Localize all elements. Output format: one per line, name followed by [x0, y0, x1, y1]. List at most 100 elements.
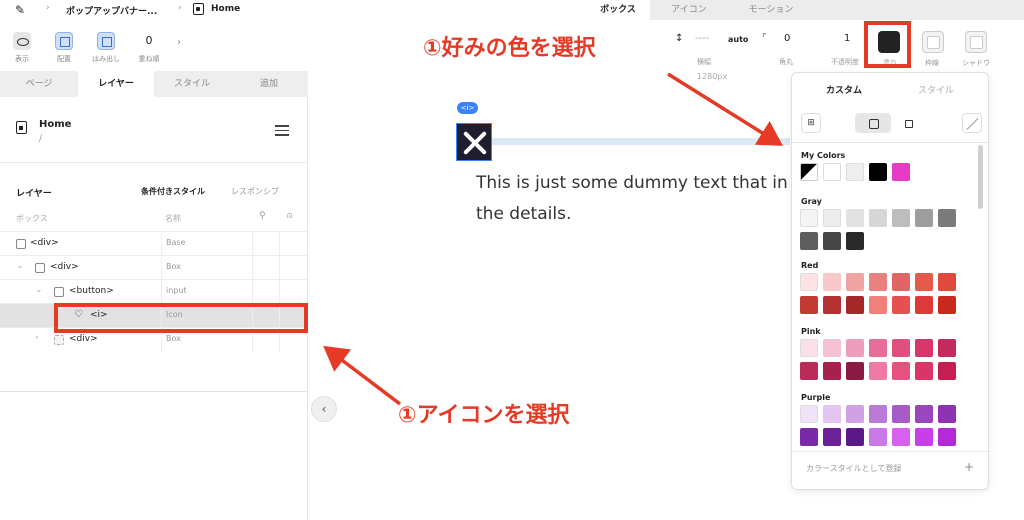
color-swatch[interactable] [823, 209, 841, 227]
pen-icon[interactable]: ✎ [15, 3, 25, 17]
no-fill-button[interactable] [962, 113, 982, 133]
color-swatch[interactable] [846, 273, 864, 291]
color-swatch[interactable] [869, 163, 887, 181]
color-swatch[interactable] [892, 273, 910, 291]
solid-fill-button[interactable] [855, 113, 891, 133]
checkbox[interactable] [54, 335, 64, 345]
color-swatch[interactable] [823, 428, 841, 446]
color-swatch[interactable] [938, 405, 956, 423]
color-swatch[interactable] [938, 209, 956, 227]
color-swatch[interactable] [892, 362, 910, 380]
color-swatch[interactable] [800, 362, 818, 380]
color-swatch[interactable] [800, 428, 818, 446]
breadcrumb-project[interactable]: ポップアップバナー... [66, 4, 157, 17]
color-swatch[interactable] [938, 296, 956, 314]
overflow-button[interactable]: はみ出し [90, 32, 122, 64]
responsive-tab[interactable]: レスポンシブ [231, 186, 279, 197]
color-swatch[interactable] [938, 273, 956, 291]
color-swatch[interactable] [915, 428, 933, 446]
color-swatch[interactable] [915, 405, 933, 423]
tab-page[interactable]: ページ [0, 71, 78, 97]
chevron-right-icon[interactable]: › [177, 37, 181, 48]
tab-custom[interactable]: カスタム [826, 83, 862, 96]
tab-layer[interactable]: レイヤー [78, 71, 154, 97]
color-swatch[interactable] [915, 296, 933, 314]
layer-row[interactable]: <div> Base [0, 231, 308, 256]
color-swatch[interactable] [800, 339, 818, 357]
color-swatch[interactable] [915, 273, 933, 291]
tab-box[interactable]: ボックス [586, 0, 650, 20]
shadow-button[interactable] [965, 31, 987, 53]
color-swatch[interactable] [846, 362, 864, 380]
layer-row[interactable]: ⌄ <button> input [0, 279, 308, 304]
color-swatch[interactable] [846, 296, 864, 314]
color-swatch[interactable] [915, 339, 933, 357]
color-swatch[interactable] [938, 339, 956, 357]
color-swatch[interactable] [823, 405, 841, 423]
checkbox[interactable] [54, 287, 64, 297]
color-swatch[interactable] [846, 209, 864, 227]
add-icon[interactable]: + [964, 460, 974, 474]
chevron-down-icon[interactable]: ⌄ [16, 261, 24, 271]
color-swatch[interactable] [892, 163, 910, 181]
color-swatch[interactable] [823, 163, 841, 181]
color-swatch[interactable] [823, 232, 841, 250]
tab-motion[interactable]: モーション [728, 0, 814, 20]
color-swatch[interactable] [892, 405, 910, 423]
collapse-panel-button[interactable]: ‹ [311, 396, 337, 422]
color-swatch[interactable] [800, 163, 818, 181]
color-swatch[interactable] [846, 232, 864, 250]
tab-style[interactable]: スタイル [918, 83, 954, 96]
color-swatch[interactable] [869, 405, 887, 423]
canvas-text[interactable]: This is just some dummy text that in the… [476, 168, 796, 230]
color-swatch[interactable] [800, 273, 818, 291]
color-swatch[interactable] [938, 362, 956, 380]
scrollbar[interactable] [978, 145, 983, 209]
color-swatch[interactable] [823, 273, 841, 291]
color-swatch[interactable] [892, 339, 910, 357]
color-swatch[interactable] [915, 362, 933, 380]
width-value[interactable]: ---- [695, 33, 709, 44]
color-swatch[interactable] [800, 209, 818, 227]
color-swatch[interactable] [892, 209, 910, 227]
color-swatch[interactable] [800, 232, 818, 250]
color-swatch[interactable] [869, 209, 887, 227]
layer-row[interactable]: ⌄ <div> Box [0, 255, 308, 280]
color-swatch[interactable] [869, 362, 887, 380]
show-button[interactable]: 表示 [10, 32, 34, 64]
tab-add[interactable]: 追加 [230, 71, 308, 97]
color-swatch[interactable] [823, 362, 841, 380]
grid-icon[interactable]: ⊞ [801, 113, 821, 133]
color-swatch[interactable] [846, 428, 864, 446]
color-swatch[interactable] [892, 296, 910, 314]
chevron-right-icon[interactable]: › [35, 333, 39, 343]
color-swatch[interactable] [869, 273, 887, 291]
order-field[interactable]: 0 重ね順 [136, 32, 162, 64]
color-swatch[interactable] [938, 428, 956, 446]
checkbox[interactable] [35, 263, 45, 273]
close-icon[interactable] [456, 123, 492, 161]
place-button[interactable]: 配置 [52, 32, 76, 64]
tab-icon[interactable]: アイコン [650, 0, 728, 20]
conditional-style-tab[interactable]: 条件付きスタイル [141, 186, 205, 197]
page-info[interactable]: Home / [0, 97, 308, 163]
color-swatch[interactable] [823, 296, 841, 314]
radius-value[interactable]: 0 [784, 33, 790, 44]
color-swatch[interactable] [869, 428, 887, 446]
color-swatch[interactable] [869, 339, 887, 357]
color-swatch[interactable] [915, 209, 933, 227]
chevron-down-icon[interactable]: ⌄ [35, 285, 43, 295]
settings-sliders-icon[interactable] [275, 125, 289, 137]
color-swatch[interactable] [846, 339, 864, 357]
color-swatch[interactable] [800, 296, 818, 314]
register-color-style[interactable]: カラースタイルとして登録 [806, 463, 901, 474]
checkbox[interactable] [16, 239, 26, 249]
border-button[interactable] [922, 31, 944, 53]
color-swatch[interactable] [846, 405, 864, 423]
width-auto[interactable]: auto [728, 35, 748, 44]
gradient-fill-button[interactable] [898, 113, 918, 133]
color-swatch[interactable] [892, 428, 910, 446]
color-swatch[interactable] [846, 163, 864, 181]
opacity-value[interactable]: 1 [844, 33, 850, 44]
breadcrumb-page[interactable]: Home [211, 4, 240, 14]
